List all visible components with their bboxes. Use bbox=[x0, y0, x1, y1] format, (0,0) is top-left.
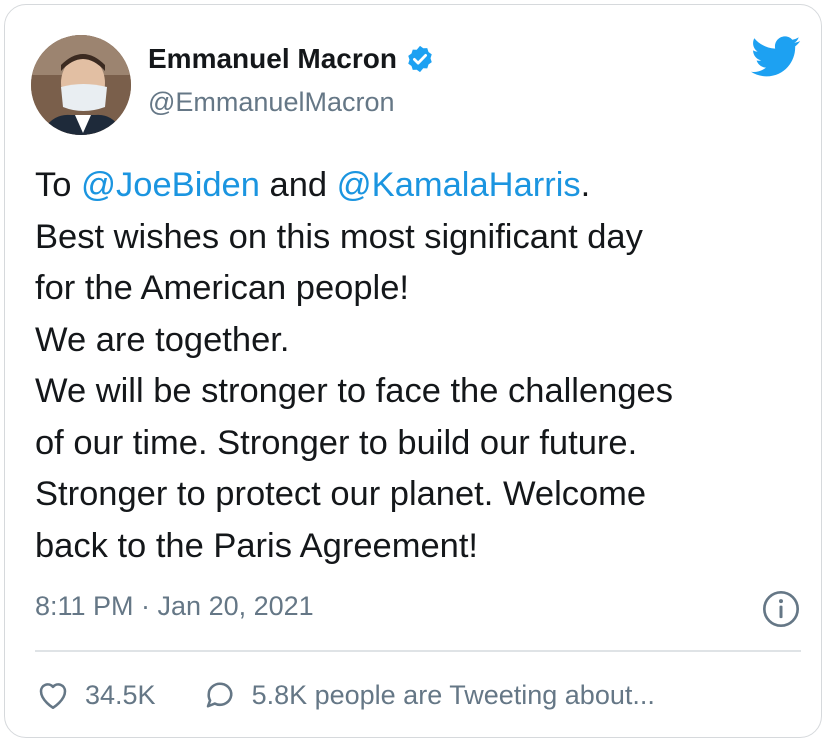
conversation-button[interactable]: 5.8K people are Tweeting about... bbox=[202, 677, 655, 713]
conversation-label: 5.8K people are Tweeting about... bbox=[251, 679, 655, 710]
tweet-line-1: To @JoeBiden and @KamalaHarris. bbox=[35, 160, 805, 212]
speech-bubble-icon bbox=[206, 682, 233, 708]
divider bbox=[35, 650, 801, 652]
author-name-row[interactable]: Emmanuel Macron bbox=[148, 43, 435, 75]
action-bar: 34.5K 5.8K people are Tweeting about... bbox=[35, 677, 655, 713]
twitter-bird-icon[interactable] bbox=[751, 35, 801, 79]
tweet-line: We are together. bbox=[35, 320, 290, 359]
author-name[interactable]: Emmanuel Macron bbox=[148, 43, 397, 75]
tweet-text-segment: and bbox=[259, 166, 337, 204]
tweet-text-segment: To bbox=[35, 166, 82, 204]
like-button[interactable]: 34.5K bbox=[35, 677, 156, 713]
tweet-line: We will be stronger to face the challeng… bbox=[35, 372, 673, 410]
verified-icon bbox=[408, 45, 432, 73]
tweet-text: To @JoeBiden and @KamalaHarris. Best wis… bbox=[35, 160, 805, 572]
tweet-text-segment: . bbox=[580, 166, 591, 204]
info-icon[interactable] bbox=[761, 589, 801, 629]
mention-joebiden[interactable]: @JoeBiden bbox=[81, 166, 260, 204]
tweet-line: back to the Paris Agreement! bbox=[35, 526, 478, 565]
like-count: 34.5K bbox=[85, 679, 156, 710]
avatar-image bbox=[31, 35, 131, 135]
avatar[interactable] bbox=[31, 35, 131, 135]
heart-icon bbox=[39, 683, 67, 710]
tweet-card: Emmanuel Macron @EmmanuelMacron To @JoeB… bbox=[4, 4, 822, 738]
tweet-line: Stronger to protect our planet. Welcome bbox=[35, 475, 647, 513]
tweet-line: Best wishes on this most significant day bbox=[35, 217, 643, 256]
author-handle[interactable]: @EmmanuelMacron bbox=[148, 87, 395, 118]
tweet-timestamp[interactable]: 8:11 PM · Jan 20, 2021 bbox=[35, 591, 314, 622]
tweet-line: for the American people! bbox=[35, 269, 409, 307]
tweet-line: of our time. Stronger to build our futur… bbox=[35, 423, 638, 462]
mention-kamalaharris[interactable]: @KamalaHarris bbox=[337, 166, 581, 204]
